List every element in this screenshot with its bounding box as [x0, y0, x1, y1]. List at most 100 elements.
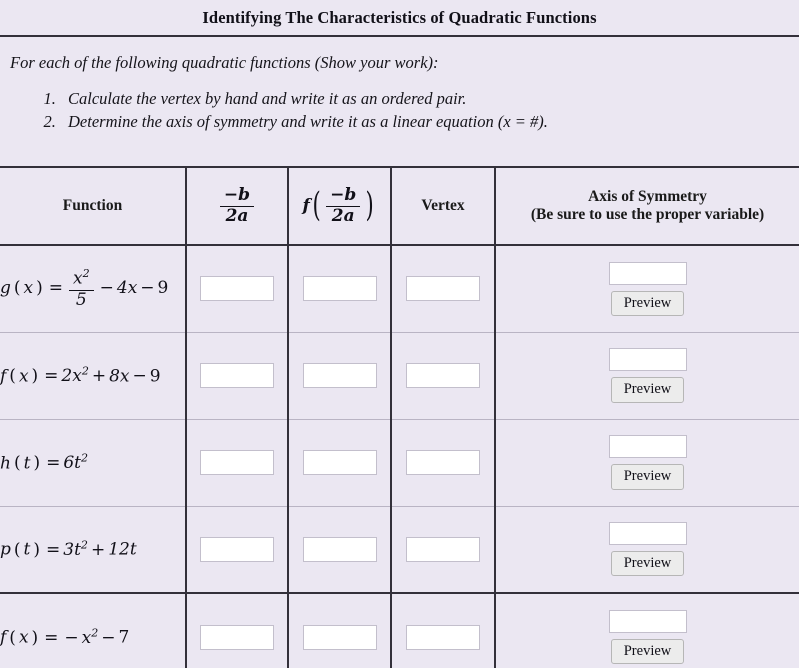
f-of-b-over-2a-input[interactable] [302, 624, 377, 650]
term: 6t2 [63, 451, 89, 474]
table-row: g(x) = x2 5−4x −9 Preview [0, 245, 799, 333]
instruction-item-2: Determine the axis of symmetry and write… [60, 110, 799, 133]
function-letter: f [302, 195, 310, 216]
term: 7 [118, 627, 130, 648]
b-over-2a-input[interactable] [200, 276, 274, 302]
f-of-b-over-2a-input[interactable] [302, 363, 377, 388]
f-of-b-over-2a-input[interactable] [302, 450, 377, 475]
instructions-block: For each of the following quadratic func… [0, 37, 799, 168]
vertex-input[interactable] [406, 624, 480, 650]
vertex-input[interactable] [406, 363, 480, 388]
f-of-b-over-2a-cell [287, 592, 391, 668]
axis-of-symmetry-input[interactable] [608, 348, 687, 372]
function-name: h [0, 453, 11, 474]
table-row: f(x) = − x2−7 Preview [0, 592, 799, 668]
column-header-vertex-label: Vertex [421, 197, 465, 214]
axis-of-symmetry-input[interactable] [608, 609, 687, 633]
function-expression: g(x) = x2 5−4x −9 [0, 267, 169, 310]
vertex-cell [390, 419, 495, 507]
term: 12t [108, 540, 137, 561]
preview-button[interactable]: Preview [610, 464, 685, 490]
function-variable: x [18, 627, 29, 648]
preview-button[interactable]: Preview [610, 377, 685, 403]
fraction: x2 5 [69, 268, 94, 309]
function-cell: p(t) = 3t2 +12t [0, 506, 186, 594]
vertex-input[interactable] [406, 276, 480, 302]
b-over-2a-input[interactable] [200, 363, 274, 388]
axis-of-symmetry-input[interactable] [608, 435, 687, 459]
term: 8x [109, 366, 130, 387]
axis-header-line-2: (Be sure to use the proper variable) [530, 206, 765, 223]
worksheet-page: Identifying The Characteristics of Quadr… [0, 0, 799, 668]
axis-of-symmetry-cell: Preview [494, 419, 799, 507]
left-paren-icon: ( [312, 185, 321, 226]
right-paren-icon: ) [365, 185, 374, 226]
function-expression: h(t) = 6t2 [0, 451, 89, 474]
vertex-input[interactable] [406, 450, 480, 475]
function-expression: f(x) = − x2−7 [0, 626, 130, 648]
b-over-2a-formula: −b 2a [217, 186, 257, 224]
term: 4x [116, 278, 138, 299]
term: x2 [81, 626, 99, 648]
table-row: f(x) = 2x2 +8x −9 Preview [0, 332, 799, 420]
fraction-denominator: 2a [225, 205, 249, 226]
instruction-item-1: Calculate the vertex by hand and write i… [60, 87, 799, 110]
b-over-2a-cell [185, 332, 288, 420]
b-over-2a-cell [185, 506, 288, 594]
term: 3t2 [63, 538, 88, 561]
instructions-list: Calculate the vertex by hand and write i… [0, 87, 799, 134]
column-header-f-of-b-over-2a: f(−b 2a) [287, 168, 391, 246]
table-row: p(t) = 3t2 +12t Preview [0, 506, 799, 594]
function-variable: x [23, 278, 34, 299]
vertex-cell [390, 506, 495, 594]
function-cell: f(x) = 2x2 +8x −9 [0, 332, 186, 420]
b-over-2a-cell [185, 245, 288, 333]
fraction: −b 2a [326, 186, 361, 226]
axis-of-symmetry-cell: Preview [494, 506, 799, 594]
f-of-b-over-2a-formula: f(−b 2a) [302, 185, 377, 226]
column-header-vertex: Vertex [390, 168, 495, 246]
b-over-2a-input[interactable] [200, 624, 274, 650]
b-over-2a-input[interactable] [200, 450, 274, 475]
table-header-row: Function −b 2a f(−b 2a) Vertex Axis of … [0, 168, 799, 246]
vertex-cell [390, 332, 495, 420]
vertex-cell [390, 245, 495, 333]
fraction-denominator: 5 [75, 289, 87, 310]
preview-button[interactable]: Preview [610, 290, 685, 316]
f-of-b-over-2a-cell [287, 245, 391, 333]
column-header-b-over-2a: −b 2a [185, 168, 288, 246]
term: 9 [157, 278, 169, 299]
axis-of-symmetry-input[interactable] [608, 522, 687, 546]
axis-of-symmetry-cell: Preview [494, 245, 799, 333]
axis-of-symmetry-cell: Preview [494, 332, 799, 420]
table-body: g(x) = x2 5−4x −9 Preview f (x) = 2x2 … [0, 245, 799, 668]
axis-header-line-1: Axis of Symmetry [588, 188, 707, 205]
preview-button[interactable]: Preview [610, 551, 685, 577]
fraction-denominator: 2a [331, 205, 355, 226]
b-over-2a-input[interactable] [200, 536, 274, 562]
preview-button[interactable]: Preview [610, 638, 685, 665]
instructions-lead: For each of the following quadratic func… [10, 53, 439, 72]
fraction-numerator: −b [219, 186, 255, 207]
vertex-cell [390, 592, 495, 668]
term: 2x2 [61, 364, 89, 387]
f-of-b-over-2a-cell [287, 419, 391, 507]
table-row: h(t) = 6t2 Preview [0, 419, 799, 507]
fraction-numerator: x2 [69, 268, 94, 291]
f-of-b-over-2a-input[interactable] [302, 536, 377, 562]
page-title-band: Identifying The Characteristics of Quadr… [0, 0, 799, 37]
column-header-axis-of-symmetry: Axis of Symmetry (Be sure to use the pro… [494, 168, 799, 246]
function-variable: x [18, 366, 29, 387]
function-cell: h(t) = 6t2 [0, 419, 186, 507]
axis-of-symmetry-input[interactable] [608, 261, 687, 285]
fraction: −b 2a [219, 186, 255, 226]
axis-of-symmetry-cell: Preview [494, 592, 799, 668]
column-header-function: Function [0, 168, 186, 246]
b-over-2a-cell [185, 419, 288, 507]
f-of-b-over-2a-cell [287, 332, 391, 420]
term: 9 [149, 366, 161, 387]
f-of-b-over-2a-input[interactable] [302, 276, 377, 302]
function-expression: p(t) = 3t2 +12t [0, 538, 137, 561]
function-name: g [0, 278, 11, 299]
vertex-input[interactable] [406, 536, 480, 562]
